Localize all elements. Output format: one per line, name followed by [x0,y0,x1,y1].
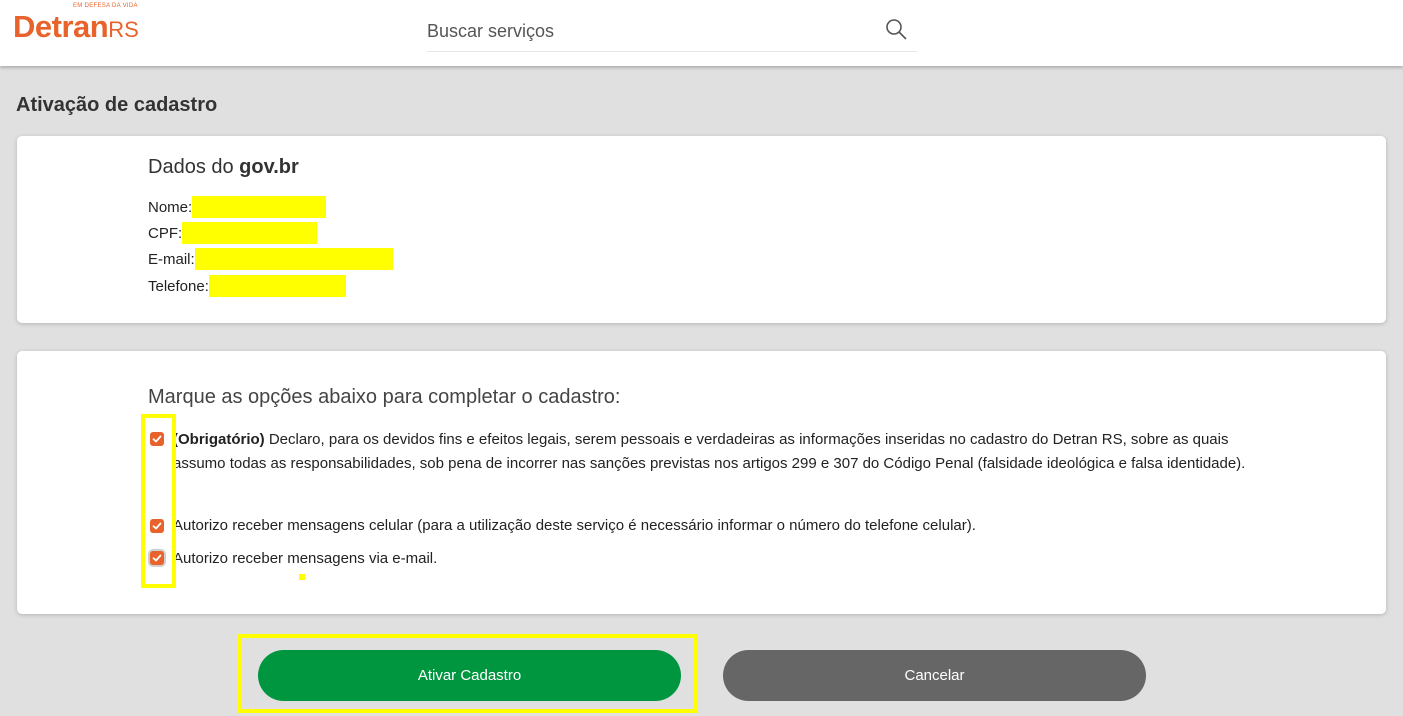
search-icon[interactable] [885,18,907,40]
search-input[interactable] [427,11,867,51]
option-declaracao-prefix: (Obrigatório) [173,431,265,448]
gov-data-title-brand: gov.br [239,156,299,178]
option-declaracao-text: (Obrigatório) Declaro, para os devidos f… [173,428,1253,476]
field-telefone: Telefone: [148,275,346,297]
option-declaracao-body: Declaro, para os devidos fins e efeitos … [173,431,1246,472]
field-email-value-redacted [194,248,393,270]
checkbox-highlight [141,414,176,588]
field-cpf: CPF: [148,222,318,244]
option-sms-text: Autorizo receber mensagens celular (para… [173,517,976,534]
field-nome: Nome: [148,196,327,218]
logo-main-text: Detran [13,9,109,44]
activate-button-highlight [237,634,697,713]
field-telefone-label: Telefone: [148,277,209,295]
search-bar [427,11,917,52]
field-cpf-value-redacted [182,222,318,244]
field-nome-value-redacted [192,196,327,218]
highlight-dot [299,574,305,580]
field-email-label: E-mail: [148,250,195,268]
field-nome-label: Nome: [148,198,193,216]
gov-data-title: Dados do gov.br [148,156,299,179]
top-bar: EM DEFESA DA VIDA DetranRS [0,0,1403,66]
gov-data-title-prefix: Dados do [148,156,240,178]
options-card: Marque as opções abaixo para completar o… [17,351,1386,614]
option-email-text: Autorizo receber mensagens via e-mail. [173,550,438,567]
page-title: Ativação de cadastro [16,94,218,116]
logo-wordmark: DetranRS [13,10,139,50]
field-telefone-value-redacted [208,275,346,297]
field-cpf-label: CPF: [148,224,183,242]
logo-suffix-text: RS [108,17,139,42]
gov-data-card: Dados do gov.br Nome: CPF: E-mail: Telef… [17,136,1386,323]
cancel-button[interactable]: Cancelar [723,650,1146,701]
field-email: E-mail: [148,248,393,270]
options-title: Marque as opções abaixo para completar o… [148,386,621,408]
